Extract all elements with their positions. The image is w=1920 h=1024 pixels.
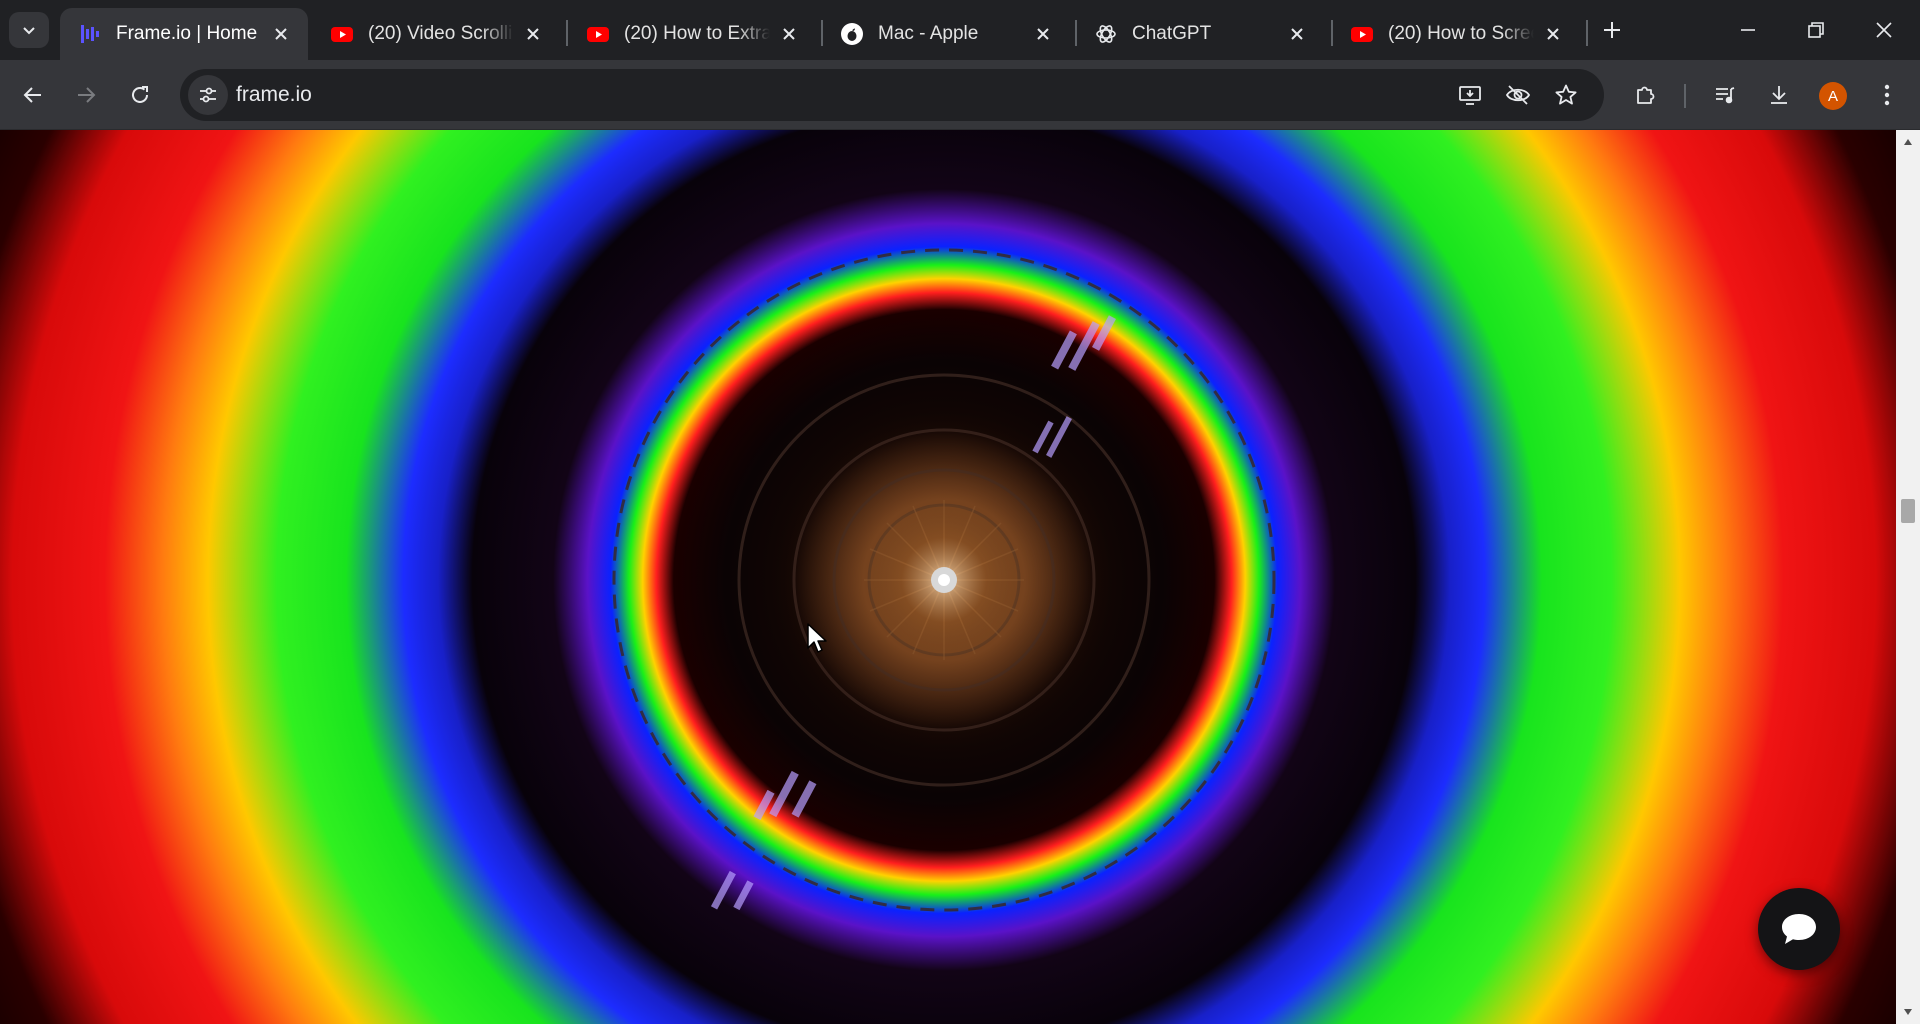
install-app-button[interactable] <box>1450 75 1490 115</box>
forward-arrow-icon <box>78 87 96 103</box>
extensions-button[interactable] <box>1626 75 1666 115</box>
tab-title: Frame.io | Home <box>116 23 258 44</box>
tab-youtube-how-to-screen[interactable]: (20) How to Screen <box>1332 8 1580 60</box>
restore-button[interactable] <box>1782 0 1850 60</box>
scroll-up-button[interactable] <box>1896 130 1920 154</box>
new-tab-button[interactable] <box>1594 12 1630 48</box>
toolbar-separator <box>1684 84 1686 108</box>
chevron-down-icon <box>23 27 35 35</box>
site-info-button[interactable] <box>188 75 228 115</box>
page-scrollbar[interactable] <box>1896 130 1920 1024</box>
page-viewport <box>0 130 1896 1024</box>
tab-title: ChatGPT <box>1132 23 1212 44</box>
tracking-protection-button[interactable] <box>1498 75 1538 115</box>
close-icon[interactable] <box>1540 21 1566 47</box>
tab-separator <box>1586 20 1588 46</box>
reload-icon <box>132 86 148 103</box>
tab-strip: Frame.io | Home (20) Video Scrolling (20… <box>0 0 1920 60</box>
back-button[interactable] <box>13 75 53 115</box>
tab-title: Mac - Apple <box>878 23 979 44</box>
install-app-icon <box>1459 86 1481 105</box>
chatgpt-icon <box>1094 22 1118 46</box>
close-icon[interactable] <box>1284 21 1310 47</box>
back-arrow-icon <box>23 87 41 103</box>
media-control-icon <box>1716 87 1735 104</box>
tab-chatgpt[interactable]: ChatGPT <box>1076 8 1324 60</box>
tab-title: (20) How to Screen <box>1388 23 1534 44</box>
close-icon[interactable] <box>268 21 294 47</box>
tab-youtube-video-scrolling[interactable]: (20) Video Scrolling <box>312 8 560 60</box>
close-window-button[interactable] <box>1850 0 1918 60</box>
download-icon <box>1771 86 1787 104</box>
youtube-icon <box>586 22 610 46</box>
star-icon <box>1555 84 1577 105</box>
tab-title: (20) How to Extract <box>624 23 770 44</box>
close-icon <box>1876 22 1892 38</box>
url-text[interactable]: frame.io <box>236 83 312 107</box>
tab-search-button[interactable] <box>9 12 49 48</box>
tab-frameio[interactable]: Frame.io | Home <box>60 8 308 60</box>
tab-mac-apple[interactable]: Mac - Apple <box>822 8 1070 60</box>
kebab-menu-icon <box>1884 84 1890 106</box>
minimize-button[interactable] <box>1714 0 1782 60</box>
apple-icon <box>840 22 864 46</box>
frameio-icon <box>78 22 102 46</box>
scrollbar-thumb[interactable] <box>1901 499 1915 523</box>
triangle-up-icon <box>1904 139 1912 145</box>
reload-button[interactable] <box>120 75 160 115</box>
chat-widget-button[interactable] <box>1758 888 1840 970</box>
downloads-button[interactable] <box>1759 75 1799 115</box>
tune-icon <box>200 87 216 103</box>
restore-icon <box>1808 22 1824 38</box>
close-icon[interactable] <box>1030 21 1056 47</box>
menu-button[interactable] <box>1867 75 1907 115</box>
forward-button[interactable] <box>66 75 106 115</box>
media-controls-button[interactable] <box>1705 75 1745 115</box>
plus-icon <box>1604 22 1620 38</box>
browser-toolbar: frame.io A <box>0 60 1920 130</box>
scroll-down-button[interactable] <box>1896 1000 1920 1024</box>
minimize-icon <box>1741 29 1755 31</box>
youtube-icon <box>330 22 354 46</box>
bookmark-button[interactable] <box>1546 75 1586 115</box>
eye-off-icon <box>1505 85 1531 105</box>
address-bar[interactable]: frame.io <box>180 69 1604 121</box>
hero-video[interactable] <box>0 130 1896 1024</box>
profile-avatar[interactable]: A <box>1819 82 1847 110</box>
close-icon[interactable] <box>520 21 546 47</box>
tab-youtube-how-to-extract[interactable]: (20) How to Extract <box>568 8 816 60</box>
close-icon[interactable] <box>776 21 802 47</box>
chat-bubble-icon <box>1782 914 1816 944</box>
mouse-cursor-icon <box>807 623 827 653</box>
browser-window: Frame.io | Home (20) Video Scrolling (20… <box>0 0 1920 1024</box>
puzzle-icon <box>1637 86 1655 104</box>
youtube-icon <box>1350 22 1374 46</box>
triangle-down-icon <box>1904 1009 1912 1015</box>
tab-title: (20) Video Scrolling <box>368 23 514 44</box>
